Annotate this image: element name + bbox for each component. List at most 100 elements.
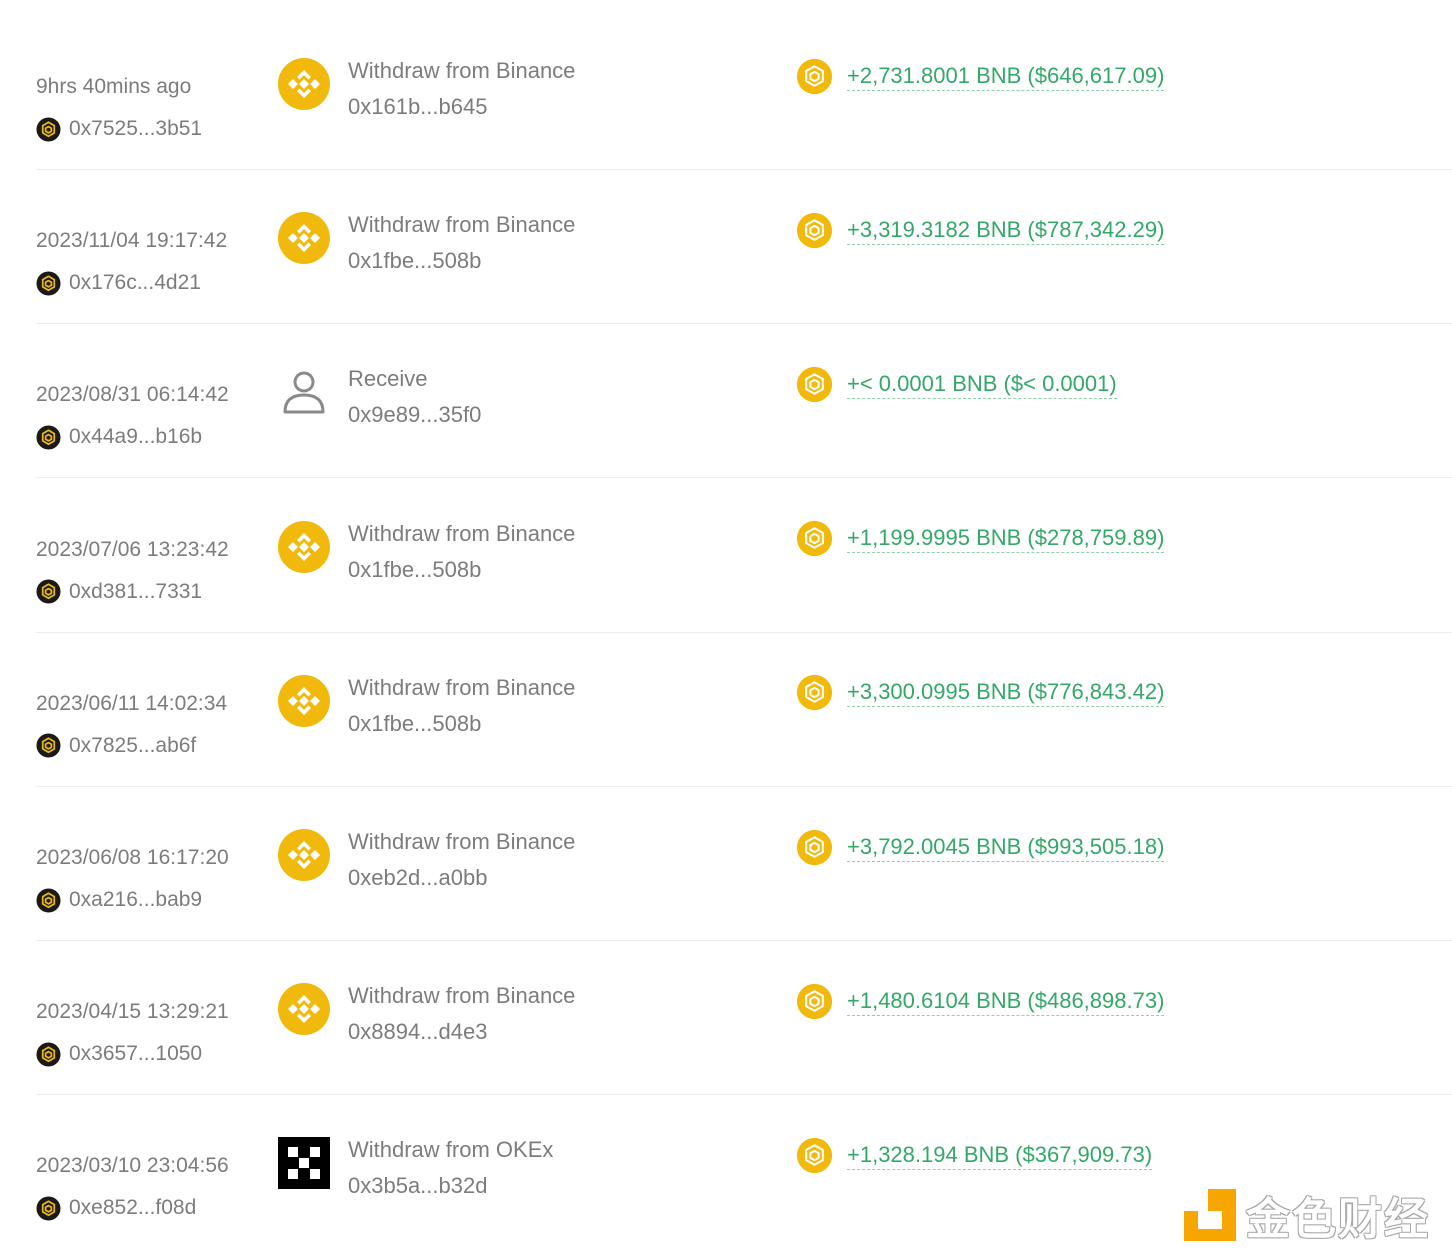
counterparty-address[interactable]: 0x1fbe...508b [348, 557, 481, 583]
table-row: 2023/04/15 13:29:21 0x3657...1050 Withdraw… [36, 941, 1452, 1096]
time-column: 2023/11/04 19:17:42 0x176c...4d21 [36, 228, 266, 296]
counterparty-address[interactable]: 0x1fbe...508b [348, 248, 481, 274]
amount-column: +3,792.0045 BNB ($993,505.18) [796, 827, 1165, 867]
time-column: 2023/08/31 06:14:42 0x44a9...b16b [36, 382, 266, 450]
tx-hash-line[interactable]: 0xd381...7331 [36, 579, 202, 605]
tx-type-label: Withdraw from Binance [348, 983, 576, 1009]
tx-time: 2023/08/31 06:14:42 [36, 383, 229, 407]
time-column: 2023/07/06 13:23:42 0xd381...7331 [36, 537, 266, 605]
counterparty-address[interactable]: 0x8894...d4e3 [348, 1019, 487, 1045]
bnb-coin-icon [796, 1136, 833, 1174]
tx-type-label: Withdraw from Binance [348, 520, 576, 546]
bnb-coin-icon [796, 982, 833, 1020]
okex-icon [278, 1137, 330, 1190]
tx-hash[interactable]: 0xa216...bab9 [69, 887, 202, 913]
counterparty-address[interactable]: 0x9e89...35f0 [348, 402, 481, 428]
table-row: 2023/06/11 14:02:34 0x7825...ab6f Withdraw… [36, 633, 1452, 787]
tx-hash-line[interactable]: 0x3657...1050 [36, 1041, 202, 1067]
bnb-coin-icon [796, 674, 833, 712]
tx-hash-line[interactable]: 0xe852...f08d [36, 1195, 196, 1221]
tx-amount[interactable]: +3,792.0045 BNB ($993,505.18) [847, 833, 1165, 862]
tx-hash[interactable]: 0x44a9...b16b [69, 424, 202, 450]
tx-time: 2023/03/10 23:04:56 [36, 1154, 229, 1178]
type-column: Withdraw from Binance 0xeb2d...a0bb [278, 829, 778, 899]
tx-hash-line[interactable]: 0x176c...4d21 [36, 270, 201, 296]
tx-time: 2023/11/04 19:17:42 [36, 229, 228, 253]
binance-icon [278, 212, 330, 265]
time-column: 9hrs 40mins ago 0x7525...3b51 [36, 74, 266, 142]
tx-time: 2023/04/15 13:29:21 [36, 1000, 229, 1024]
jinse-logo-icon [1184, 1189, 1236, 1241]
table-row: 2023/08/31 06:14:42 0x44a9...b16b Receive 0… [36, 324, 1452, 479]
time-column: 2023/06/11 14:02:34 0x7825...ab6f [36, 691, 266, 759]
binance-icon [278, 829, 330, 881]
tx-time: 2023/06/08 16:17:20 [36, 846, 229, 869]
tx-amount[interactable]: +3,319.3182 BNB ($787,342.29) [847, 216, 1165, 245]
watermark: 金色财经 [1184, 1186, 1430, 1245]
amount-column: +1,199.9995 BNB ($278,759.89) [796, 519, 1165, 559]
tx-amount[interactable]: +3,300.0995 BNB ($776,843.42) [847, 678, 1165, 708]
tx-time: 2023/06/11 14:02:34 [36, 691, 228, 715]
tx-hash[interactable]: 0x176c...4d21 [69, 270, 201, 296]
type-column: Withdraw from Binance 0x8894...d4e3 [278, 983, 778, 1053]
table-row: 9hrs 40mins ago 0x7525...3b51 Withdraw fro… [36, 16, 1452, 170]
time-column: 2023/04/15 13:29:21 0x3657...1050 [36, 999, 266, 1067]
tx-hash[interactable]: 0xd381...7331 [69, 579, 202, 605]
tx-amount[interactable]: +1,199.9995 BNB ($278,759.89) [847, 524, 1165, 554]
counterparty-address[interactable]: 0x3b5a...b32d [348, 1173, 487, 1199]
bnb-chain-icon [36, 116, 61, 142]
amount-column: +3,300.0995 BNB ($776,843.42) [796, 673, 1165, 713]
binance-icon [278, 674, 330, 727]
time-column: 2023/06/08 16:17:20 0xa216...bab9 [36, 845, 266, 913]
bnb-coin-icon [796, 365, 833, 403]
binance-icon [278, 520, 330, 573]
tx-hash-line[interactable]: 0x7825...ab6f [36, 733, 196, 759]
bnb-chain-icon [36, 887, 61, 913]
tx-hash-line[interactable]: 0xa216...bab9 [36, 887, 202, 913]
type-column: Withdraw from OKEx 0x3b5a...b32d [278, 1137, 778, 1207]
tx-hash[interactable]: 0x3657...1050 [69, 1041, 202, 1067]
table-row: 2023/06/08 16:17:20 0xa216...bab9 Withdraw… [36, 787, 1452, 941]
user-icon [283, 371, 325, 414]
type-column: Withdraw from Binance 0x1fbe...508b [278, 212, 778, 282]
tx-type-label: Withdraw from Binance [348, 58, 576, 83]
tx-hash[interactable]: 0xe852...f08d [69, 1195, 196, 1221]
type-column: Withdraw from Binance 0x1fbe...508b [278, 674, 778, 745]
tx-amount[interactable]: +1,328.194 BNB ($367,909.73) [847, 1141, 1153, 1170]
counterparty-address[interactable]: 0x1fbe...508b [348, 711, 481, 737]
tx-amount[interactable]: +1,480.6104 BNB ($486,898.73) [847, 987, 1165, 1016]
binance-icon [278, 983, 330, 1036]
amount-column: +3,319.3182 BNB ($787,342.29) [796, 210, 1165, 250]
time-column: 2023/03/10 23:04:56 0xe852...f08d [36, 1153, 266, 1221]
tx-type-label: Receive [348, 366, 428, 392]
bnb-chain-icon [36, 424, 61, 450]
tx-type-label: Withdraw from Binance [348, 674, 576, 700]
type-column: Withdraw from Binance 0x1fbe...508b [278, 520, 778, 591]
bnb-chain-icon [36, 579, 61, 605]
tx-hash[interactable]: 0x7525...3b51 [69, 116, 202, 142]
tx-time: 9hrs 40mins ago [36, 75, 192, 98]
amount-column: +1,328.194 BNB ($367,909.73) [796, 1135, 1153, 1175]
counterparty-address[interactable]: 0x161b...b645 [348, 94, 487, 120]
counterparty-address[interactable]: 0xeb2d...a0bb [348, 865, 487, 891]
tx-hash-line[interactable]: 0x7525...3b51 [36, 116, 202, 142]
tx-amount[interactable]: +2,731.8001 BNB ($646,617.09) [847, 62, 1165, 91]
tx-type-label: Withdraw from OKEx [348, 1137, 554, 1163]
bnb-coin-icon [796, 520, 833, 558]
amount-column: +2,731.8001 BNB ($646,617.09) [796, 56, 1165, 96]
binance-icon [278, 58, 330, 110]
bnb-coin-icon [796, 211, 833, 249]
bnb-coin-icon [796, 57, 833, 95]
tx-amount[interactable]: +< 0.0001 BNB ($< 0.0001) [847, 370, 1117, 399]
amount-column: +1,480.6104 BNB ($486,898.73) [796, 981, 1165, 1021]
bnb-chain-icon [36, 1041, 61, 1067]
bnb-chain-icon [36, 270, 61, 296]
tx-type-label: Withdraw from Binance [348, 829, 576, 854]
amount-column: +< 0.0001 BNB ($< 0.0001) [796, 364, 1117, 404]
bnb-chain-icon [36, 733, 61, 759]
bnb-coin-icon [796, 828, 833, 866]
bnb-chain-icon [36, 1195, 61, 1221]
tx-hash[interactable]: 0x7825...ab6f [69, 733, 196, 759]
tx-hash-line[interactable]: 0x44a9...b16b [36, 424, 202, 450]
type-column: Withdraw from Binance 0x161b...b645 [278, 58, 778, 128]
